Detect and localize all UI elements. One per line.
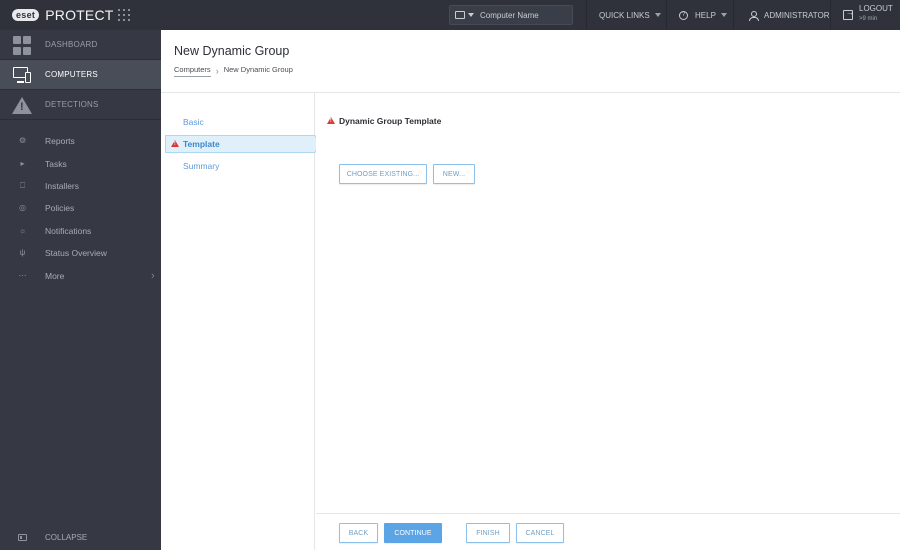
step-template[interactable]: Template [165, 135, 324, 153]
logout-icon [843, 8, 854, 20]
collapse-sidebar-button[interactable]: COLLAPSE [0, 524, 161, 550]
eset-logo[interactable]: eset PROTECT [12, 7, 114, 23]
quick-links-label: QUICK LINKS [599, 10, 650, 20]
notifications-icon: ☼ [18, 225, 27, 235]
sidebar-item-label: Tasks [45, 158, 67, 169]
sidebar: DASHBOARD COMPUTERS ! DETECTIONS ⨷ Repor… [0, 30, 161, 550]
computer-search-input[interactable] [480, 10, 570, 20]
sidebar-item-label: Installers [45, 180, 80, 191]
finish-button[interactable]: FINISH [466, 523, 510, 543]
sidebar-item-more[interactable]: ⋯ More › [0, 264, 161, 286]
choose-existing-button[interactable]: CHOOSE EXISTING... [339, 164, 427, 184]
warning-icon [171, 140, 179, 147]
wizard-footer: BACK CONTINUE FINISH CANCEL [316, 513, 900, 550]
sidebar-item-label: More [45, 270, 65, 281]
user-label: ADMINISTRATOR [764, 10, 830, 20]
sidebar-item-label: Notifications [45, 225, 92, 236]
session-timer: >9 min [859, 16, 878, 22]
sidebar-item-computers[interactable]: COMPUTERS [0, 60, 161, 90]
sidebar-item-dashboard[interactable]: DASHBOARD [0, 30, 161, 60]
continue-button[interactable]: CONTINUE [384, 523, 442, 543]
product-name: PROTECT [45, 7, 114, 23]
step-summary[interactable]: Summary [183, 161, 219, 171]
apps-grid-icon[interactable] [118, 9, 130, 21]
top-bar: eset PROTECT QUICK LINKS ? HELP ADMINIST… [0, 0, 900, 30]
installers-icon: ⎕ [20, 180, 25, 190]
content-header: New Dynamic Group Computers › New Dynami… [161, 30, 900, 93]
sidebar-item-notifications[interactable]: ☼ Notifications [0, 220, 161, 242]
chevron-down-icon [654, 13, 661, 17]
quick-links-menu[interactable]: QUICK LINKS [586, 0, 666, 30]
chevron-right-icon: › [151, 269, 155, 282]
collapse-icon [18, 533, 27, 541]
chevron-down-icon[interactable] [468, 13, 474, 17]
back-button[interactable]: BACK [339, 523, 378, 543]
sidebar-item-installers[interactable]: ⎕ Installers [0, 175, 161, 197]
step-basic[interactable]: Basic [183, 117, 204, 127]
sidebar-item-policies[interactable]: ◎ Policies [0, 197, 161, 219]
logo-badge: eset [12, 9, 40, 21]
main-panel: Dynamic Group Template CHOOSE EXISTING..… [316, 93, 900, 513]
warning-triangle-icon: ! [12, 97, 32, 114]
logout-button[interactable]: LOGOUT >9 min [830, 0, 900, 30]
sidebar-item-tasks[interactable]: ▸ Tasks [0, 152, 161, 174]
computer-icon[interactable] [455, 11, 465, 19]
sidebar-item-label: DASHBOARD [45, 40, 98, 49]
chevron-right-icon: › [215, 66, 219, 76]
chevron-down-icon [720, 13, 727, 17]
help-menu[interactable]: ? HELP [666, 0, 733, 30]
warning-icon [327, 117, 335, 124]
computers-icon [13, 66, 32, 85]
sidebar-item-label: COMPUTERS [45, 70, 98, 79]
wizard-steps: Basic Template Summary [161, 93, 324, 550]
sidebar-item-label: Policies [45, 203, 75, 214]
page-title: New Dynamic Group [174, 44, 290, 58]
sidebar-item-label: Status Overview [45, 248, 107, 259]
sidebar-item-reports[interactable]: ⨷ Reports [0, 130, 161, 152]
new-template-button[interactable]: NEW... [433, 164, 475, 184]
breadcrumb: Computers › New Dynamic Group [174, 65, 293, 77]
sidebar-item-label: DETECTIONS [45, 100, 99, 109]
user-icon [749, 10, 759, 21]
breadcrumb-current: New Dynamic Group [223, 65, 293, 74]
sidebar-item-label: Reports [45, 136, 75, 147]
cancel-button[interactable]: CANCEL [516, 523, 564, 543]
more-icon: ⋯ [18, 270, 27, 280]
section-title: Dynamic Group Template [339, 116, 442, 126]
dashboard-icon [13, 36, 32, 55]
status-overview-icon: ψ [19, 248, 26, 258]
sidebar-item-detections[interactable]: ! DETECTIONS [0, 90, 161, 120]
help-label: HELP [695, 10, 716, 20]
computer-search [449, 5, 573, 25]
help-circle-icon: ? [679, 10, 688, 20]
breadcrumb-computers[interactable]: Computers [174, 65, 211, 77]
policies-icon: ◎ [19, 203, 26, 213]
reports-icon: ⨷ [19, 136, 26, 146]
collapse-label: COLLAPSE [45, 532, 88, 542]
logout-label: LOGOUT [859, 4, 893, 13]
tasks-icon: ▸ [20, 158, 25, 168]
sidebar-item-status-overview[interactable]: ψ Status Overview [0, 242, 161, 264]
user-menu[interactable]: ADMINISTRATOR [733, 0, 830, 30]
step-label: Template [183, 139, 220, 149]
